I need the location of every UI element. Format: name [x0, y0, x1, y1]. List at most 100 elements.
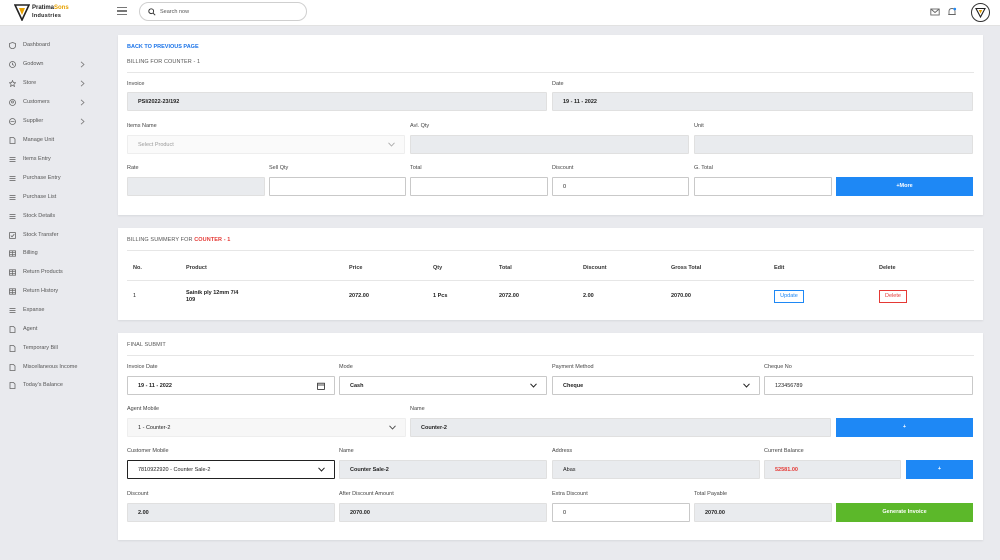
cheque-no-input[interactable]: [764, 376, 973, 395]
search-box[interactable]: [139, 2, 307, 21]
cell-product-line1: Sainik ply 12mm 7/4: [186, 290, 239, 296]
sidebar-item-stock-transfer[interactable]: Stock Transfer: [0, 229, 106, 243]
table-header-divider: [127, 280, 974, 281]
sidebar-item-temporary-bill[interactable]: Temporary Bill: [0, 342, 106, 356]
back-link[interactable]: BACK TO PREVIOUS PAGE: [127, 44, 199, 50]
document-icon: [9, 345, 16, 352]
final-submit-title: FINAL SUBMIT: [127, 342, 166, 348]
payment-method-select[interactable]: Cheque: [552, 376, 760, 395]
update-button[interactable]: Update: [774, 290, 804, 303]
cell-gross-total: 2070.00: [671, 293, 691, 299]
sidebar-item-purchase-entry[interactable]: Purchase Entry: [0, 172, 106, 186]
extra-discount-input[interactable]: [552, 503, 690, 522]
grid-icon: [9, 250, 16, 257]
divider: [127, 250, 974, 251]
table-header-total: Total: [499, 265, 512, 271]
sidebar-item-label: Godown: [23, 61, 44, 67]
document-icon: [9, 326, 16, 333]
final-discount-field: [127, 503, 335, 522]
mail-icon[interactable]: [930, 7, 940, 17]
chevron-right-icon: [80, 80, 85, 87]
list-icon: [9, 214, 16, 219]
select-product-placeholder: Select Product: [138, 142, 174, 148]
discount-input[interactable]: [552, 177, 689, 196]
sidebar-item-manage-unit[interactable]: Manage Unit: [0, 134, 106, 148]
cheque-no-label: Cheque No: [764, 364, 792, 370]
checkbox-icon: [9, 232, 16, 239]
billing-summary-title: BILLING SUMMERY FOR COUNTER - 1: [127, 237, 230, 243]
unit-label: Unit: [694, 123, 704, 129]
list-icon: [9, 157, 16, 162]
invoice-date-label: Invoice Date: [127, 364, 158, 370]
sidebar-item-supplier[interactable]: Supplier: [0, 115, 106, 129]
chevron-down-icon: [530, 383, 537, 388]
brand-logo[interactable]: PratimaSons Industries: [14, 3, 104, 23]
add-agent-button[interactable]: +: [836, 418, 973, 437]
sidebar-item-dashboard[interactable]: Dashboard: [0, 39, 106, 53]
chevron-down-icon: [388, 142, 395, 147]
payment-method-value: Cheque: [563, 383, 584, 389]
invoice-label: Invoice: [127, 81, 145, 87]
sidebar-item-billing[interactable]: Billing: [0, 247, 106, 261]
sidebar-item-agent[interactable]: Agent: [0, 323, 106, 337]
chevron-right-icon: [80, 99, 85, 106]
after-discount-field: [339, 503, 547, 522]
chevron-right-icon: [80, 118, 85, 125]
sidebar-item-miscellaneous-income[interactable]: Miscellaneous Income: [0, 361, 106, 375]
total-input[interactable]: [410, 177, 548, 196]
list-icon: [9, 308, 16, 313]
gtotal-input[interactable]: [694, 177, 832, 196]
sidebar-item-purchase-list[interactable]: Purchase List: [0, 191, 106, 205]
add-customer-button[interactable]: +: [906, 460, 973, 479]
avatar[interactable]: [971, 3, 990, 22]
sidebar-item-stock-details[interactable]: Stock Details: [0, 210, 106, 224]
after-discount-label: After Discount Amount: [339, 491, 394, 497]
delete-button[interactable]: Delete: [879, 290, 907, 303]
select-product-dropdown[interactable]: Select Product: [127, 135, 405, 154]
sidebar-item-label: Return Products: [23, 269, 63, 275]
mode-select[interactable]: Cash: [339, 376, 547, 395]
agent-name-field: [410, 418, 831, 437]
agent-mobile-label: Agent Mobile: [127, 406, 160, 412]
avatar-logo-icon: [975, 7, 986, 18]
customer-mobile-label: Customer Mobile: [127, 448, 169, 454]
list-icon: [9, 195, 16, 200]
sidebar-item-items-entry[interactable]: Items Entry: [0, 153, 106, 167]
sidebar-item-store[interactable]: Store: [0, 77, 106, 91]
sidebar-item-label: Temporary Bill: [23, 345, 58, 351]
address-label: Address: [552, 448, 573, 454]
customer-name-field: [339, 460, 547, 479]
sidebar-item-label: Agent: [23, 326, 38, 332]
sidebar-item-label: Miscellaneous Income: [23, 364, 78, 370]
total-payable-field: [694, 503, 832, 522]
current-balance-value: 52581.00: [775, 467, 798, 473]
sidebar-item-return-products[interactable]: Return Products: [0, 266, 106, 280]
sidebar-item-expanse[interactable]: Expanse: [0, 304, 106, 318]
divider: [127, 355, 974, 356]
invoice-field: [127, 92, 547, 111]
more-button[interactable]: +More: [836, 177, 973, 196]
sidebar-item-today-s-balance[interactable]: Today's Balance: [0, 379, 106, 393]
sidebar: Dashboard Godown Store Customers Supplier Man…: [0, 26, 106, 560]
star-icon: [9, 80, 16, 87]
table-header-no: No.: [133, 265, 142, 271]
agent-mobile-select[interactable]: 1 - Counter-2: [127, 418, 406, 437]
customer-mobile-select[interactable]: 7810922920 - Counter Sale-2: [127, 460, 335, 479]
sell-qty-input[interactable]: [269, 177, 406, 196]
chevron-down-icon: [389, 425, 396, 430]
search-input[interactable]: [160, 6, 300, 18]
menu-toggle-icon[interactable]: [117, 7, 127, 17]
address-field: [552, 460, 760, 479]
sidebar-item-label: Store: [23, 80, 37, 86]
sidebar-item-customers[interactable]: Customers: [0, 96, 106, 110]
invoice-date-input[interactable]: 19 - 11 - 2022: [127, 376, 335, 395]
sidebar-item-return-history[interactable]: Return History: [0, 285, 106, 299]
bell-icon[interactable]: [947, 7, 957, 17]
cell-discount: 2.00: [583, 293, 594, 299]
logo-mark-icon: [14, 4, 30, 21]
sidebar-item-godown[interactable]: Godown: [0, 58, 106, 72]
generate-invoice-button[interactable]: Generate Invoice: [836, 503, 973, 522]
sidebar-item-label: Manage Unit: [23, 137, 55, 143]
table-header-price: Price: [349, 265, 363, 271]
calendar-icon[interactable]: [317, 382, 325, 390]
